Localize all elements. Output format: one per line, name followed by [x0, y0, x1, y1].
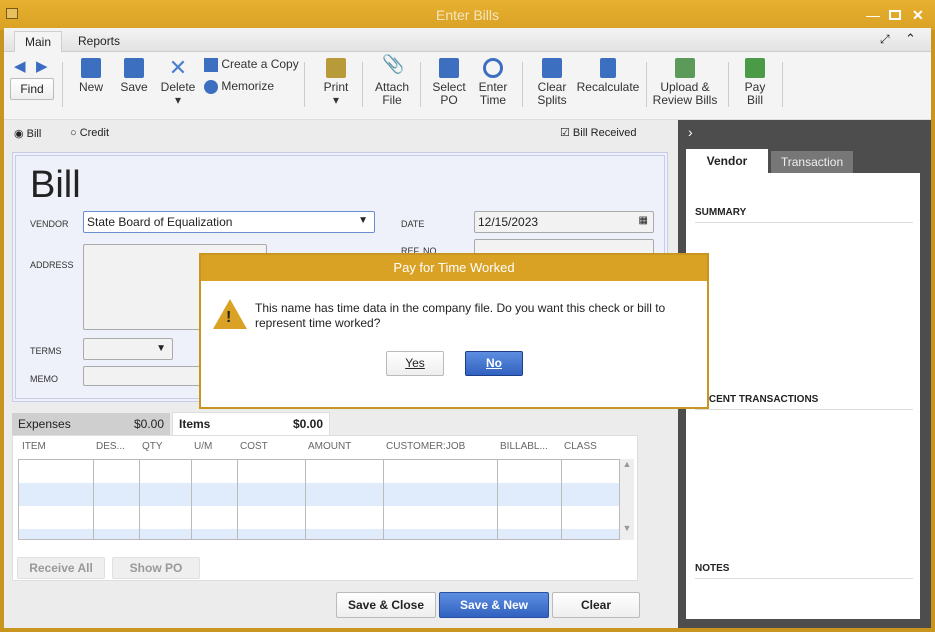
title-bar: Enter Bills — ✕ — [0, 0, 935, 30]
column-header-2[interactable]: QTY — [142, 436, 163, 458]
copy-icon — [204, 58, 218, 72]
print-button[interactable]: Print ▾ — [320, 58, 352, 107]
exclamation-mark: ! — [226, 309, 232, 326]
pay-bill-button[interactable]: Pay Bill — [740, 58, 770, 107]
calendar-icon: ▦ — [638, 215, 648, 226]
collapse-ribbon-icon[interactable]: ⌃ — [905, 31, 916, 47]
items-table[interactable] — [18, 459, 620, 540]
panel-body: SUMMARY RECENT TRANSACTIONS NOTES — [686, 173, 920, 619]
select-po-icon — [439, 58, 459, 78]
form-heading: Bill — [30, 164, 81, 206]
terms-dropdown[interactable]: ▼ — [83, 338, 173, 360]
vendor-label: VENDOR — [30, 219, 69, 229]
clear-splits-button[interactable]: Clear Splits — [534, 58, 570, 107]
column-header-1[interactable]: DES... — [96, 436, 125, 458]
memo-label: MEMO — [30, 374, 58, 384]
summary-heading: SUMMARY — [695, 207, 913, 223]
tab-transaction[interactable]: Transaction — [771, 151, 853, 173]
recalculate-button[interactable]: Recalculate — [576, 58, 640, 94]
recent-transactions-heading: RECENT TRANSACTIONS — [695, 394, 913, 410]
calculator-icon — [600, 58, 616, 78]
upload-icon — [675, 58, 695, 78]
save-new-button[interactable]: Save & New — [439, 592, 549, 618]
enter-time-button[interactable]: Enter Time — [476, 58, 510, 107]
minimize-icon[interactable]: — — [866, 0, 880, 30]
column-divider — [191, 460, 192, 539]
clear-button[interactable]: Clear — [552, 592, 640, 618]
paperclip-icon: 📎 — [382, 54, 405, 74]
terms-label: TERMS — [30, 346, 62, 356]
tab-items[interactable]: Items $0.00 — [172, 412, 330, 436]
items-table-header: ITEM DES... QTY U/M COST AMOUNT CUSTOMER:JOB BI… — [19, 436, 629, 458]
expand-icon[interactable]: ⤢ — [880, 32, 890, 47]
stopwatch-icon — [483, 58, 503, 78]
upload-review-bills-button[interactable]: Upload & Review Bills — [652, 58, 718, 107]
column-header-5[interactable]: AMOUNT — [308, 436, 351, 458]
tab-reports[interactable]: Reports — [68, 31, 130, 52]
column-divider — [139, 460, 140, 539]
yes-button[interactable]: Yes — [386, 351, 444, 376]
select-po-button[interactable]: Select PO — [432, 58, 466, 107]
column-divider — [561, 460, 562, 539]
find-button[interactable]: Find — [10, 78, 54, 100]
column-header-4[interactable]: COST — [240, 436, 268, 458]
items-panel: ITEM DES... QTY U/M COST AMOUNT CUSTOMER:JOB BI… — [12, 435, 638, 581]
notes-heading: NOTES — [695, 563, 913, 579]
date-field[interactable]: 12/15/2023 ▦ — [474, 211, 654, 233]
ribbon-tabs: Main Reports ⤢ ⌃ — [4, 28, 931, 52]
tab-vendor[interactable]: Vendor — [686, 149, 768, 173]
no-button[interactable]: No — [465, 351, 523, 376]
show-po-button[interactable]: Show PO — [112, 557, 200, 579]
save-button[interactable]: Save — [118, 58, 150, 94]
column-header-8[interactable]: CLASS — [564, 436, 597, 458]
next-arrow-icon[interactable]: ▶ — [36, 57, 48, 75]
column-header-0[interactable]: ITEM — [22, 436, 46, 458]
column-divider — [93, 460, 94, 539]
toolbar: ◀ ▶ Find New Save ✕ Delete ▾ Create a Copy… — [4, 52, 931, 120]
tab-main[interactable]: Main — [14, 31, 63, 52]
date-label: DATE — [401, 219, 425, 229]
maximize-icon[interactable] — [889, 10, 901, 20]
save-icon — [124, 58, 144, 78]
prev-arrow-icon[interactable]: ◀ — [14, 57, 26, 75]
dialog-message: This name has time data in the company f… — [255, 301, 666, 330]
attach-file-button[interactable]: 📎 Attach File — [374, 54, 410, 107]
chevron-right-icon[interactable]: › — [688, 124, 693, 140]
column-header-6[interactable]: CUSTOMER:JOB — [386, 436, 465, 458]
address-label: ADDRESS — [30, 260, 74, 270]
bill-received-checkbox[interactable]: ☑ Bill Received — [560, 126, 637, 139]
vendor-field[interactable]: State Board of Equalization ▼ — [83, 211, 375, 233]
close-icon[interactable]: ✕ — [912, 0, 924, 30]
pay-for-time-worked-dialog: Pay for Time Worked ! This name has time… — [199, 253, 709, 409]
delete-icon: ✕ — [168, 55, 188, 80]
tab-expenses[interactable]: Expenses $0.00 — [12, 413, 170, 435]
column-divider — [237, 460, 238, 539]
window-title: Enter Bills — [435, 7, 500, 23]
new-icon — [81, 58, 101, 78]
column-header-3[interactable]: U/M — [194, 436, 212, 458]
pay-bill-icon — [745, 58, 765, 78]
chevron-down-icon: ▼ — [358, 215, 368, 226]
credit-radio[interactable]: ○ Credit — [70, 127, 109, 139]
receive-all-button[interactable]: Receive All — [17, 557, 105, 579]
column-divider — [305, 460, 306, 539]
create-copy-button[interactable]: Create a Copy — [204, 58, 299, 72]
delete-button[interactable]: ✕ Delete ▾ — [160, 55, 196, 107]
memorize-icon — [204, 80, 218, 94]
column-divider — [497, 460, 498, 539]
dialog-title: Pay for Time Worked — [201, 255, 707, 281]
new-button[interactable]: New — [76, 58, 106, 94]
column-divider — [383, 460, 384, 539]
column-header-7[interactable]: BILLABL... — [500, 436, 548, 458]
memorize-button[interactable]: Memorize — [204, 80, 274, 94]
bill-radio[interactable]: ◉ Bill — [14, 127, 41, 140]
table-scrollbar[interactable]: ▲ ▼ — [620, 459, 634, 540]
save-close-button[interactable]: Save & Close — [336, 592, 436, 618]
chevron-down-icon: ▼ — [156, 343, 166, 354]
printer-icon — [326, 58, 346, 78]
system-menu-icon[interactable] — [6, 8, 18, 19]
vendor-info-panel: › Vendor Transaction SUMMARY RECENT TRAN… — [678, 120, 931, 628]
clear-splits-icon — [542, 58, 562, 78]
